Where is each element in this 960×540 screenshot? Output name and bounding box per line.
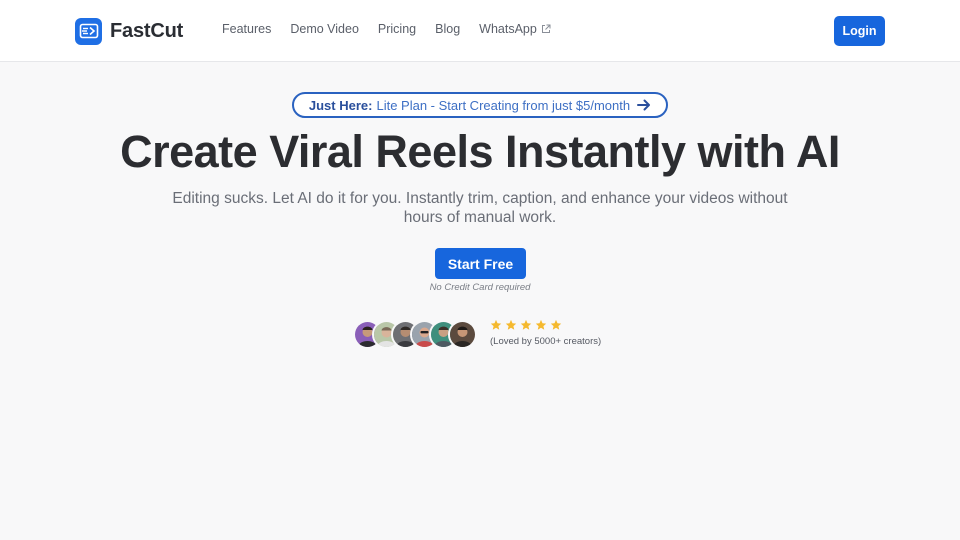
- nav-demo-video[interactable]: Demo Video: [290, 22, 359, 36]
- creator-avatars: [353, 320, 477, 349]
- top-navbar: FastCut Features Demo Video Pricing Blog…: [0, 0, 960, 62]
- loved-by-creators-text: (Loved by 5000+ creators): [490, 336, 602, 347]
- rating-stars: [490, 319, 565, 331]
- star-icon: [550, 319, 562, 331]
- nav-whatsapp[interactable]: WhatsApp: [479, 22, 551, 36]
- start-free-button[interactable]: Start Free: [435, 248, 526, 279]
- star-icon: [520, 319, 532, 331]
- login-button[interactable]: Login: [834, 16, 885, 46]
- fastcut-logo-icon: [75, 17, 102, 45]
- brand-link[interactable]: FastCut: [75, 17, 183, 45]
- brand-name: FastCut: [110, 19, 184, 42]
- announcement-text: Lite Plan - Start Creating from just $5/…: [376, 97, 631, 113]
- nav-pricing[interactable]: Pricing: [378, 22, 416, 36]
- star-icon: [505, 319, 517, 331]
- star-icon: [535, 319, 547, 331]
- no-credit-card-note: No Credit Card required: [429, 282, 531, 293]
- arrow-right-icon: [637, 99, 651, 111]
- main-nav: Features Demo Video Pricing Blog WhatsAp…: [222, 22, 551, 36]
- nav-blog[interactable]: Blog: [435, 22, 460, 36]
- announcement-banner[interactable]: Just Here: Lite Plan - Start Creating fr…: [292, 92, 668, 118]
- star-icon: [490, 319, 502, 331]
- external-link-icon: [541, 24, 551, 34]
- announcement-strong: Just Here:: [308, 97, 373, 113]
- hero-subtitle: Editing sucks. Let AI do it for you. Ins…: [172, 190, 788, 226]
- hero-title: Create Viral Reels Instantly with AI: [120, 126, 840, 177]
- avatar: [448, 320, 477, 349]
- nav-features[interactable]: Features: [222, 22, 271, 36]
- nav-whatsapp-label: WhatsApp: [479, 22, 537, 36]
